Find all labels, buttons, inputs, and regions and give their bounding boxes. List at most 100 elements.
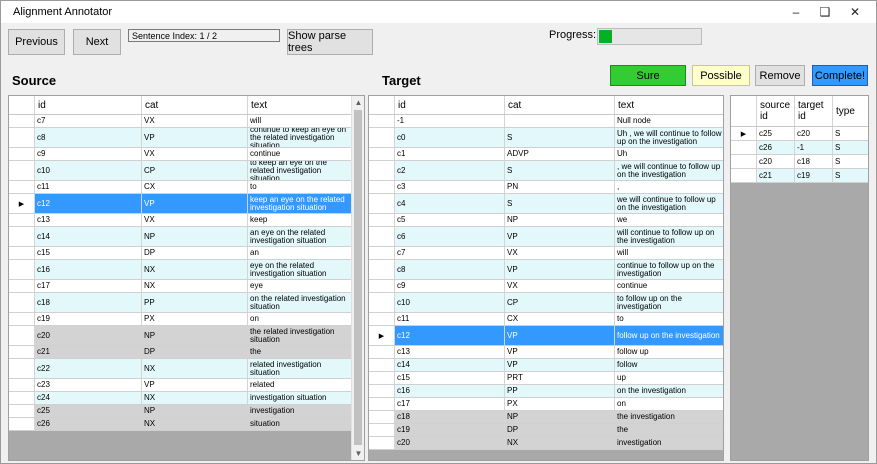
cell-text[interactable]: an [248, 247, 352, 259]
row-header[interactable] [369, 313, 395, 325]
cell-cat[interactable]: S [505, 128, 615, 147]
table-row[interactable]: c15 PRT up [369, 372, 723, 385]
cell-text[interactable]: up [615, 372, 723, 384]
cell-cat[interactable]: NP [142, 405, 248, 417]
cell-id[interactable]: c5 [395, 214, 505, 226]
cell-id[interactable]: c21 [35, 346, 142, 358]
table-row[interactable]: c5 NP we [369, 214, 723, 227]
cell-target-id[interactable]: c20 [795, 127, 833, 140]
table-row[interactable]: c26 NX situation [9, 418, 352, 431]
table-row[interactable]: c17 NX eye [9, 280, 352, 293]
cell-id[interactable]: c22 [35, 359, 142, 378]
cell-cat[interactable]: NP [505, 411, 615, 423]
cell-text[interactable]: will [248, 115, 352, 127]
cell-id[interactable]: c10 [35, 161, 142, 180]
table-row[interactable]: c16 NX eye on the related investigation si… [9, 260, 352, 280]
cell-cat[interactable]: NP [505, 214, 615, 226]
cell-cat[interactable]: CP [142, 161, 248, 180]
cell-id[interactable]: c17 [35, 280, 142, 292]
cell-text[interactable]: continue [248, 148, 352, 160]
table-row[interactable]: c10 CP to keep an eye on the related inves… [9, 161, 352, 181]
cell-source-id[interactable]: c26 [757, 141, 795, 154]
cell-id[interactable]: c0 [395, 128, 505, 147]
column-header-source-id[interactable]: source id [757, 96, 795, 126]
table-row[interactable]: ▶ c25 c20 S [731, 127, 868, 141]
cell-id[interactable]: c20 [35, 326, 142, 345]
table-row[interactable]: c15 DP an [9, 247, 352, 260]
table-row[interactable]: c13 VP follow up [369, 346, 723, 359]
row-header[interactable] [369, 194, 395, 213]
cell-source-id[interactable]: c20 [757, 155, 795, 168]
cell-id[interactable]: -1 [395, 115, 505, 127]
column-header-text[interactable]: text [248, 96, 352, 114]
cell-id[interactable]: c12 [35, 194, 142, 213]
table-row[interactable]: ▶ c12 VP follow up on the investigation [369, 326, 723, 346]
row-header[interactable] [9, 326, 35, 345]
row-header[interactable] [9, 247, 35, 259]
table-row[interactable]: c2 S, we will continue to follow up on th… [369, 161, 723, 181]
cell-text[interactable]: follow [615, 359, 723, 371]
table-row[interactable]: c18 NP the investigation [369, 411, 723, 424]
table-row[interactable]: c18 PP on the related investigation situat… [9, 293, 352, 313]
cell-cat[interactable]: PP [505, 385, 615, 397]
cell-cat[interactable]: VP [505, 346, 615, 358]
cell-id[interactable]: c11 [395, 313, 505, 325]
table-row[interactable]: c6 VP will continue to follow up on the in… [369, 227, 723, 247]
table-row[interactable]: c23 VP related [9, 379, 352, 392]
cell-text[interactable]: follow up [615, 346, 723, 358]
row-header[interactable] [369, 128, 395, 147]
show-parse-trees-button[interactable]: Show parse trees [287, 29, 373, 55]
row-header[interactable] [9, 346, 35, 358]
table-row[interactable]: c0 S Uh , we will continue to follow up on… [369, 128, 723, 148]
row-header[interactable] [9, 148, 35, 160]
cell-cat[interactable]: PX [142, 313, 248, 325]
table-row[interactable]: c7 VX will [9, 115, 352, 128]
sure-button[interactable]: Sure [610, 65, 686, 86]
cell-id[interactable]: c16 [395, 385, 505, 397]
row-header[interactable]: ▶ [731, 127, 757, 140]
cell-id[interactable]: c7 [35, 115, 142, 127]
table-row[interactable]: c20 NP the related investigation situation [9, 326, 352, 346]
table-row[interactable]: c11 CX to [9, 181, 352, 194]
table-row[interactable]: c17 PX on [369, 398, 723, 411]
cell-id[interactable]: c24 [35, 392, 142, 404]
cell-id[interactable]: c15 [395, 372, 505, 384]
cell-id[interactable]: c12 [395, 326, 505, 345]
cell-text[interactable]: , we will continue to follow up on the i… [615, 161, 723, 180]
row-header[interactable] [369, 293, 395, 312]
cell-id[interactable]: c8 [35, 128, 142, 147]
maximize-icon[interactable]: ❑ [811, 3, 839, 21]
cell-cat[interactable]: NX [142, 260, 248, 279]
row-header[interactable] [369, 214, 395, 226]
row-header[interactable] [9, 181, 35, 193]
cell-text[interactable]: keep [248, 214, 352, 226]
cell-cat[interactable]: VX [142, 214, 248, 226]
row-header[interactable] [369, 227, 395, 246]
table-row[interactable]: c8 VP continue to keep an eye on the relat… [9, 128, 352, 148]
cell-text[interactable]: follow up on the investigation [615, 326, 723, 345]
cell-cat[interactable]: VP [505, 227, 615, 246]
cell-cat[interactable]: NX [142, 418, 248, 430]
row-header[interactable]: ▶ [9, 194, 35, 213]
cell-id[interactable]: c20 [395, 437, 505, 449]
cell-cat[interactable]: CP [505, 293, 615, 312]
cell-id[interactable]: c19 [35, 313, 142, 325]
table-row[interactable]: c9 VX continue [9, 148, 352, 161]
row-header[interactable] [9, 405, 35, 417]
cell-id[interactable]: c17 [395, 398, 505, 410]
column-header-cat[interactable]: cat [505, 96, 615, 114]
row-header[interactable] [9, 418, 35, 430]
table-row[interactable]: c16 PP on the investigation [369, 385, 723, 398]
table-row[interactable]: c22 NX related investigation situation [9, 359, 352, 379]
row-header[interactable] [9, 313, 35, 325]
cell-cat[interactable]: VP [505, 326, 615, 345]
row-header[interactable] [369, 372, 395, 384]
cell-cat[interactable]: NP [142, 227, 248, 246]
row-header[interactable] [369, 181, 395, 193]
next-button[interactable]: Next [73, 29, 121, 55]
table-row[interactable]: c14 VP follow [369, 359, 723, 372]
cell-cat[interactable]: VX [142, 115, 248, 127]
cell-id[interactable]: c9 [395, 280, 505, 292]
cell-cat[interactable]: PN [505, 181, 615, 193]
cell-text[interactable]: Null node [615, 115, 723, 127]
